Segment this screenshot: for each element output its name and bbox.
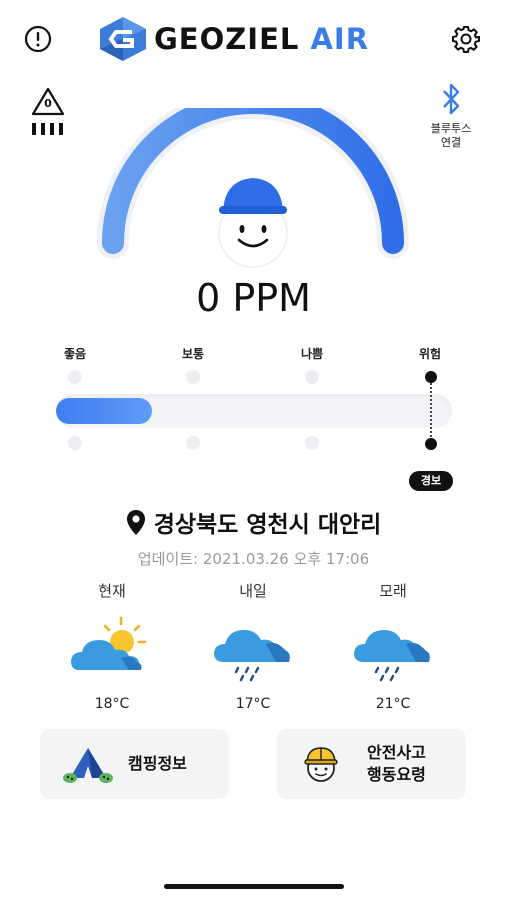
danger-threshold-top-dot: [425, 371, 437, 383]
level-dot: [305, 436, 319, 450]
home-indicator[interactable]: [164, 884, 344, 889]
level-label-normal: 보통: [181, 347, 205, 361]
weather-day-label: 모래: [379, 582, 407, 600]
geoziel-logo-icon: [100, 17, 146, 61]
weather-temp: 21°C: [375, 696, 411, 712]
camping-info-label: 캠핑정보: [128, 754, 187, 773]
ppm-reading: 0 PPM: [196, 276, 311, 320]
weather-temp: 18°C: [94, 696, 130, 712]
smiley-helmet-icon: [218, 178, 288, 268]
weather-day-after: 모래 21°C: [343, 580, 443, 712]
weather-temp: 17°C: [235, 696, 271, 712]
level-label-bad: 나쁨: [300, 347, 324, 361]
weather-day-label: 내일: [239, 582, 267, 600]
level-dot: [68, 370, 82, 384]
alert-button[interactable]: [24, 25, 52, 53]
bluetooth-label: 블루투스 연결: [430, 122, 472, 149]
weather-today: 현재 18°C: [62, 580, 162, 712]
logo-text-accent: AIR: [310, 22, 370, 56]
level-label-danger: 위험: [418, 347, 442, 361]
alarm-badge: 경보: [409, 471, 453, 491]
safety-guide-label: 안전사고 행동요령: [367, 743, 426, 784]
signal-bars-icon: [32, 123, 63, 135]
exclamation-circle-icon: [24, 25, 52, 53]
bluetooth-connect-button[interactable]: 블루투스 연결: [420, 82, 482, 152]
logo-text-primary: GEOZIEL: [154, 22, 300, 56]
rain-cloud-icon: [354, 630, 430, 682]
weather-day-label: 현재: [98, 582, 126, 600]
level-dot: [305, 370, 319, 384]
weather-tomorrow: 내일 17°C: [203, 580, 303, 712]
location-row: 경상북도 영천시 대안리: [0, 505, 507, 539]
level-label-good: 좋음: [63, 347, 87, 361]
device-warning-indicator[interactable]: 0: [30, 86, 66, 138]
safety-guide-button[interactable]: 안전사고 행동요령: [277, 729, 466, 799]
air-quality-gauge: [97, 108, 409, 268]
warning-count: 0: [44, 97, 52, 110]
level-dot: [186, 370, 200, 384]
rain-cloud-icon: [214, 630, 290, 682]
danger-threshold-bottom-dot: [425, 438, 437, 450]
partly-sunny-icon: [71, 616, 147, 670]
settings-button[interactable]: [451, 24, 481, 54]
camping-info-button[interactable]: 캠핑정보: [40, 729, 229, 799]
level-dot: [186, 436, 200, 450]
gear-icon: [452, 26, 480, 53]
level-scale-fill: [56, 398, 152, 424]
level-dot: [68, 436, 82, 450]
camping-tent-icon: [63, 748, 113, 783]
danger-threshold-line: [430, 383, 432, 441]
map-pin-icon: [126, 509, 145, 535]
bluetooth-icon: [443, 83, 460, 115]
location-name: 경상북도 영천시 대안리: [153, 512, 382, 538]
updated-timestamp: 업데이트: 2021.03.26 오후 17:06: [137, 550, 370, 568]
safety-helmet-worker-icon: [304, 747, 338, 782]
app-logo: GEOZIEL AIR: [98, 14, 410, 64]
